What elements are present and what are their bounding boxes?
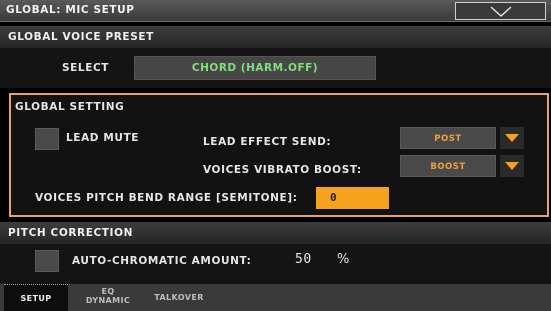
chevron-down-icon	[490, 6, 512, 18]
tab-eq-label: EQ	[101, 287, 115, 296]
tab-setup-label: SETUP	[20, 294, 52, 303]
global-setting-title: GLOBAL SETTING	[15, 101, 125, 113]
tab-talkover-label: TALKOVER	[154, 293, 204, 302]
tab-eq-dynamic[interactable]: EQ DYNAMIC	[70, 284, 146, 311]
page-menu-button[interactable]	[455, 2, 546, 20]
lead-effect-send-value: POST	[434, 134, 462, 144]
auto-chromatic-value[interactable]: 50	[295, 252, 312, 267]
tab-bar: SETUP EQ DYNAMIC TALKOVER	[0, 284, 551, 311]
pitch-correction-header: PITCH CORRECTION	[0, 222, 551, 244]
lead-effect-send-dropdown[interactable]: POST	[400, 127, 524, 149]
pitch-bend-range-label: VOICES PITCH BEND RANGE [SEMITONE]:	[35, 192, 298, 204]
tab-talkover[interactable]: TALKOVER	[146, 284, 212, 311]
voices-vibrato-boost-value: BOOST	[430, 162, 466, 172]
page-title: GLOBAL: MIC SETUP	[6, 4, 135, 16]
triangle-down-icon	[505, 162, 519, 170]
voices-vibrato-boost-dropdown[interactable]: BOOST	[400, 155, 524, 177]
lead-effect-send-arrow[interactable]	[500, 127, 524, 149]
title-bar: GLOBAL: MIC SETUP	[0, 0, 551, 22]
voice-preset-select[interactable]: CHORD (HARM.OFF)	[134, 56, 376, 80]
voice-preset-value: CHORD (HARM.OFF)	[191, 62, 319, 74]
voices-vibrato-boost-label: VOICES VIBRATO BOOST:	[203, 164, 362, 176]
voice-preset-title: GLOBAL VOICE PRESET	[8, 31, 154, 43]
voices-vibrato-boost-arrow[interactable]	[500, 155, 524, 177]
pitch-bend-range-field[interactable]: 0	[316, 187, 389, 209]
lead-mute-label: LEAD MUTE	[66, 132, 140, 144]
select-label: SELECT	[62, 62, 110, 74]
lead-mute-checkbox[interactable]	[35, 128, 59, 150]
voices-vibrato-boost-value-box: BOOST	[400, 155, 496, 177]
pitch-bend-range-value: 0	[330, 191, 337, 204]
lead-effect-send-label: LEAD EFFECT SEND:	[203, 136, 332, 148]
voice-preset-header: GLOBAL VOICE PRESET	[0, 26, 551, 48]
tab-setup[interactable]: SETUP	[4, 284, 68, 311]
tab-dynamic-label: DYNAMIC	[85, 296, 131, 305]
pitch-correction-title: PITCH CORRECTION	[8, 227, 133, 239]
auto-chromatic-label: AUTO-CHROMATIC AMOUNT:	[72, 255, 252, 267]
triangle-down-icon	[505, 134, 519, 142]
auto-chromatic-checkbox[interactable]	[35, 250, 59, 272]
auto-chromatic-unit: %	[337, 252, 350, 267]
lead-effect-send-value-box: POST	[400, 127, 496, 149]
